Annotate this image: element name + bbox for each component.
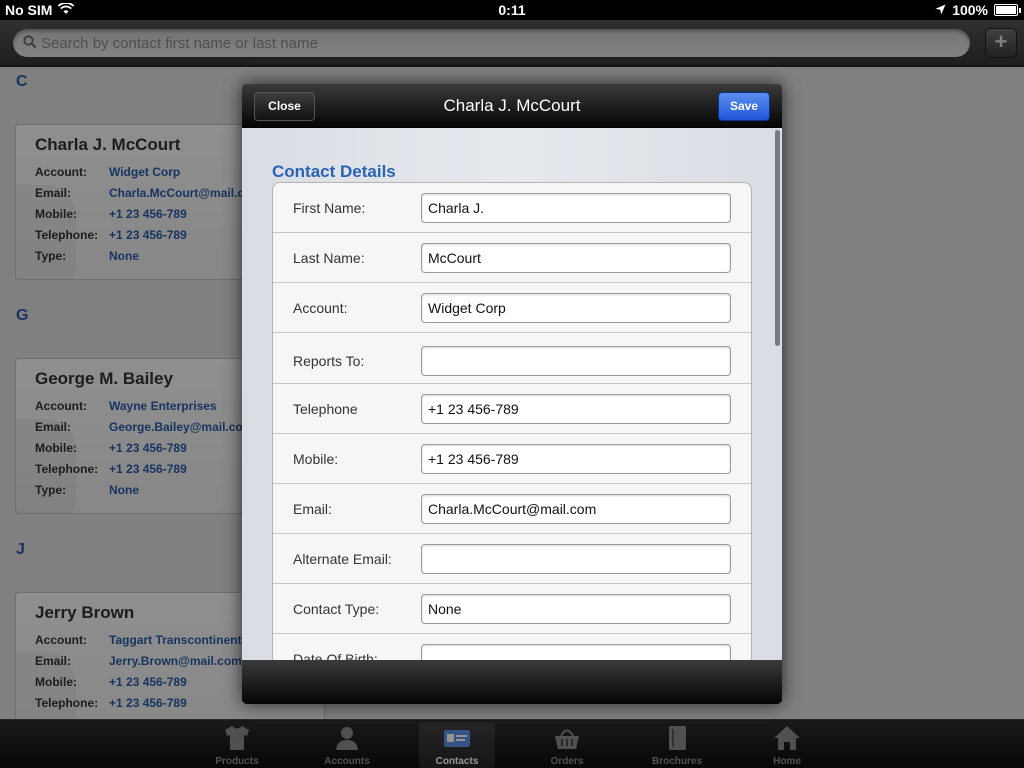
modal-scrollbar[interactable] xyxy=(775,130,780,346)
modal-body[interactable]: Contact Details First Name: Last Name: A… xyxy=(242,128,782,660)
save-button[interactable]: Save xyxy=(718,92,770,121)
last-name-field[interactable] xyxy=(421,243,731,273)
location-arrow-icon xyxy=(935,2,946,18)
form-row-account: Account: xyxy=(273,283,751,333)
status-time: 0:11 xyxy=(498,2,526,18)
form-row-alternate-email: Alternate Email: xyxy=(273,534,751,584)
field-label: Alternate Email: xyxy=(293,551,392,567)
field-label: Mobile: xyxy=(293,451,339,467)
section-title: Contact Details xyxy=(272,162,396,181)
field-label: Account: xyxy=(293,300,348,316)
mobile-field[interactable] xyxy=(421,444,731,474)
email-field[interactable] xyxy=(421,494,731,524)
battery-icon xyxy=(994,4,1021,16)
field-label: Date Of Birth: xyxy=(293,651,378,660)
contact-type-field[interactable] xyxy=(421,594,731,624)
form-row-date-of-birth: Date Of Birth: xyxy=(273,634,751,660)
modal-title: Charla J. McCourt xyxy=(443,96,581,115)
form-row-first-name: First Name: xyxy=(273,183,751,233)
close-button[interactable]: Close xyxy=(254,92,315,121)
form-row-contact-type: Contact Type: xyxy=(273,584,751,634)
account-field[interactable] xyxy=(421,293,731,323)
field-label: Telephone xyxy=(293,401,358,417)
date-of-birth-field[interactable] xyxy=(421,644,731,660)
telephone-field[interactable] xyxy=(421,394,731,424)
modal-footer xyxy=(242,660,782,704)
form-row-mobile: Mobile: xyxy=(273,434,751,484)
contact-details-modal: Charla J. McCourt Close Save Contact Det… xyxy=(242,84,782,704)
field-label: Contact Type: xyxy=(293,601,380,617)
field-label: Email: xyxy=(293,501,332,517)
field-label: First Name: xyxy=(293,200,366,216)
first-name-field[interactable] xyxy=(421,193,731,223)
modal-header: Charla J. McCourt Close Save xyxy=(242,84,782,128)
form-row-email: Email: xyxy=(273,484,751,534)
form-row-telephone: Telephone xyxy=(273,384,751,434)
reports-to-field[interactable] xyxy=(421,346,731,376)
form-row-reports-to: Reports To: xyxy=(273,333,751,384)
field-label: Last Name: xyxy=(293,250,365,266)
form-row-last-name: Last Name: xyxy=(273,233,751,283)
alternate-email-field[interactable] xyxy=(421,544,731,574)
status-bar: No SIM 0:11 100% xyxy=(0,0,1024,20)
battery-percent: 100% xyxy=(952,2,988,18)
field-label: Reports To: xyxy=(293,353,365,369)
contact-form: First Name: Last Name: Account: Reports … xyxy=(272,182,752,660)
